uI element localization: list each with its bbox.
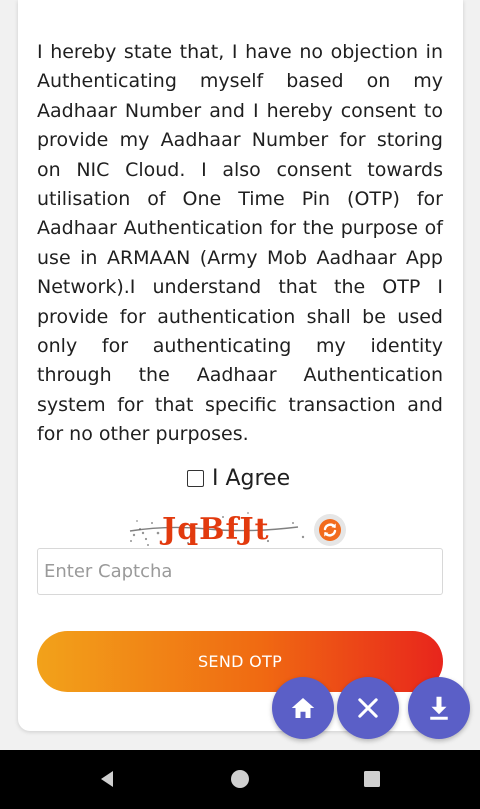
home-circle-icon[interactable]	[228, 767, 252, 791]
recent-square-icon[interactable]	[360, 767, 384, 791]
consent-text: I hereby state that, I have no objection…	[37, 41, 443, 446]
captcha-image: JqBfJt	[129, 512, 305, 547]
home-icon	[291, 698, 315, 718]
android-nav-bar	[0, 750, 480, 809]
close-fab-button[interactable]	[337, 677, 399, 739]
download-fab-button[interactable]	[408, 677, 470, 739]
refresh-icon[interactable]	[314, 514, 346, 546]
captcha-row: JqBfJt	[128, 505, 358, 549]
back-triangle-icon[interactable]	[95, 767, 119, 791]
agree-label[interactable]: I Agree	[212, 466, 290, 491]
home-fab-button[interactable]	[272, 677, 334, 739]
download-icon	[430, 696, 448, 720]
agree-checkbox[interactable]	[187, 470, 204, 487]
captcha-input[interactable]	[37, 548, 443, 595]
agree-row[interactable]: I Agree	[187, 466, 290, 491]
captcha-code: JqBfJt	[159, 512, 269, 547]
close-icon	[358, 698, 378, 718]
